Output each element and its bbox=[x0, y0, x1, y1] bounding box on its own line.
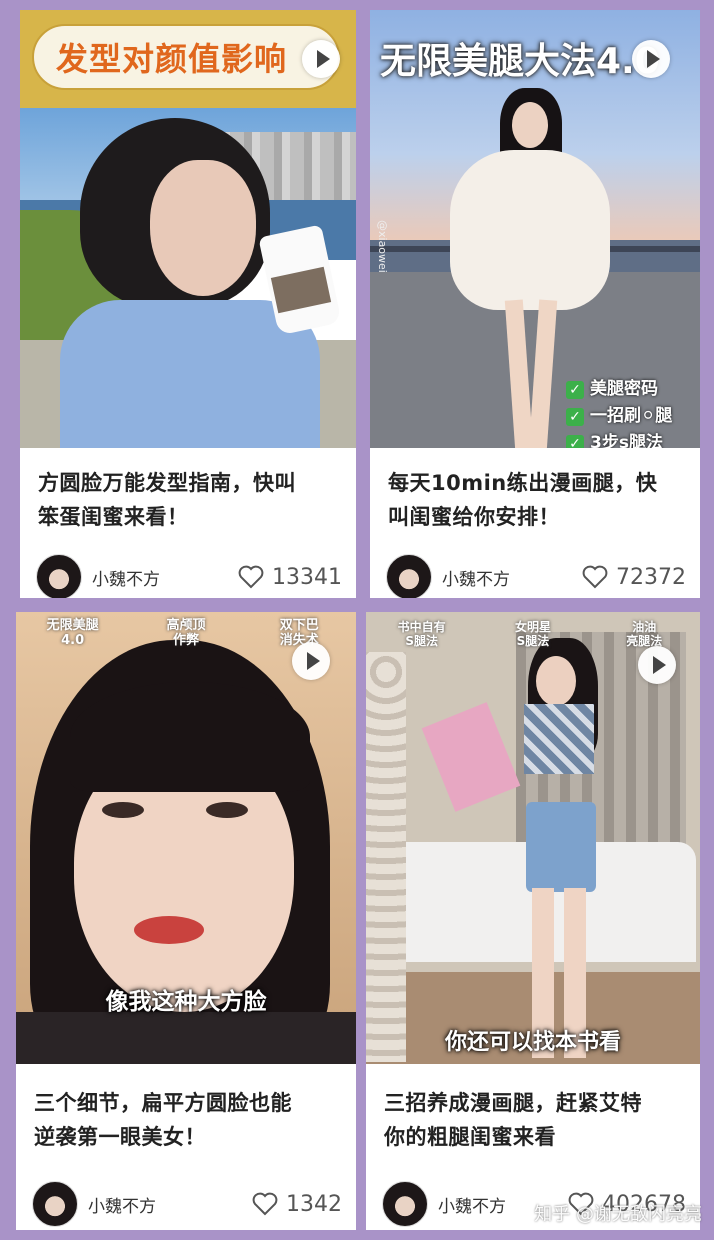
like-count: 72372 bbox=[616, 564, 686, 590]
card-title[interactable]: 三个细节，扁平方圆脸也能 逆袭第一眼美女！ bbox=[34, 1086, 342, 1154]
thumbnail-label: 双下巴 消失术 bbox=[279, 618, 319, 648]
like-button[interactable]: 1342 bbox=[252, 1192, 342, 1217]
video-card[interactable]: @xiaowei 无限美腿大法4.0 ✓ 美腿密码 ✓ 一招刷⚪腿 ✓ 3步s腿法 每… bbox=[370, 10, 700, 598]
card-title[interactable]: 每天10min练出漫画腿，快 叫闺蜜给你安排！ bbox=[388, 466, 686, 534]
thumbnail-banner: 发型对颜值影响 bbox=[32, 24, 340, 90]
card-footer: 小魏不方 1342 bbox=[32, 1180, 342, 1228]
check-box-icon: ✓ bbox=[566, 434, 584, 448]
platform-watermark: 知乎 @谢无敌闪亮亮 bbox=[534, 1204, 702, 1225]
like-button[interactable]: 13341 bbox=[238, 565, 342, 590]
avatar[interactable] bbox=[32, 1181, 78, 1227]
heart-outline-icon bbox=[238, 565, 264, 589]
thumbnail-label: 无限美腿 4.0 bbox=[46, 618, 99, 648]
avatar[interactable] bbox=[382, 1181, 428, 1227]
avatar[interactable] bbox=[36, 554, 82, 598]
like-count: 1342 bbox=[286, 1191, 342, 1217]
card-footer: 小魏不方 13341 bbox=[36, 553, 342, 598]
like-button[interactable]: 72372 bbox=[582, 565, 686, 590]
video-card[interactable]: 无限美腿 4.0 高颅顶 作弊 双下巴 消失术 像我这种大方脸 三个细节，扁平方… bbox=[16, 612, 356, 1230]
checklist-item: ✓ 一招刷⚪腿 bbox=[566, 403, 672, 430]
avatar[interactable] bbox=[386, 554, 432, 598]
play-icon[interactable] bbox=[632, 40, 670, 78]
thumbnail-label: 女明星 S腿法 bbox=[514, 620, 551, 648]
card-title[interactable]: 三招养成漫画腿，赶紧艾特 你的粗腿闺蜜来看 bbox=[384, 1086, 686, 1154]
author-name[interactable]: 小魏不方 bbox=[442, 565, 510, 590]
author-name[interactable]: 小魏不方 bbox=[438, 1192, 506, 1217]
thumbnail-top-labels: 书中自有 S腿法 女明星 S腿法 油油 亮腿法 bbox=[366, 620, 700, 648]
thumbnail-caption: 你还可以找本书看 bbox=[444, 1030, 621, 1055]
video-thumbnail[interactable]: 发型对颜值影响 bbox=[20, 10, 356, 448]
heart-outline-icon bbox=[252, 1192, 278, 1216]
author-name[interactable]: 小魏不方 bbox=[92, 565, 160, 590]
video-thumbnail[interactable]: 无限美腿 4.0 高颅顶 作弊 双下巴 消失术 像我这种大方脸 bbox=[16, 612, 356, 1064]
check-box-icon: ✓ bbox=[566, 380, 584, 399]
play-icon[interactable] bbox=[302, 40, 340, 78]
thumbnail-label: 书中自有 S腿法 bbox=[397, 620, 446, 648]
checklist-item: ✓ 3步s腿法 bbox=[566, 430, 672, 448]
play-icon[interactable] bbox=[638, 646, 676, 684]
thumbnail-label: 油油 亮腿法 bbox=[626, 620, 663, 648]
checklist-item: ✓ 美腿密码 bbox=[566, 376, 672, 403]
author-name[interactable]: 小魏不方 bbox=[88, 1192, 156, 1217]
thumbnail-label: 高颅顶 作弊 bbox=[166, 618, 206, 648]
thumbnail-caption: 像我这种大方脸 bbox=[105, 989, 267, 1015]
video-thumbnail[interactable]: 书中自有 S腿法 女明星 S腿法 油油 亮腿法 你还可以找本书看 bbox=[366, 612, 700, 1064]
card-title[interactable]: 方圆脸万能发型指南，快叫 笨蛋闺蜜来看！ bbox=[38, 466, 342, 534]
thumbnail-text: 无限美腿大法4.0 bbox=[380, 41, 660, 82]
thumbnail-watermark: @xiaowei bbox=[376, 220, 389, 273]
check-box-icon: ✓ bbox=[566, 407, 584, 426]
like-count: 13341 bbox=[272, 564, 342, 590]
heart-outline-icon bbox=[582, 565, 608, 589]
card-footer: 小魏不方 72372 bbox=[386, 553, 686, 598]
play-icon[interactable] bbox=[292, 642, 330, 680]
thumbnail-checklist: ✓ 美腿密码 ✓ 一招刷⚪腿 ✓ 3步s腿法 bbox=[566, 376, 672, 448]
video-thumbnail[interactable]: @xiaowei 无限美腿大法4.0 ✓ 美腿密码 ✓ 一招刷⚪腿 ✓ 3步s腿法 bbox=[370, 10, 700, 448]
video-card[interactable]: 发型对颜值影响 方圆脸万能发型指南，快叫 笨蛋闺蜜来看！ 小魏不方 13341 bbox=[20, 10, 356, 598]
video-card[interactable]: 书中自有 S腿法 女明星 S腿法 油油 亮腿法 你还可以找本书看 三招养成漫画腿… bbox=[366, 612, 700, 1230]
thumbnail-text: 发型对颜值影响 bbox=[56, 40, 288, 78]
